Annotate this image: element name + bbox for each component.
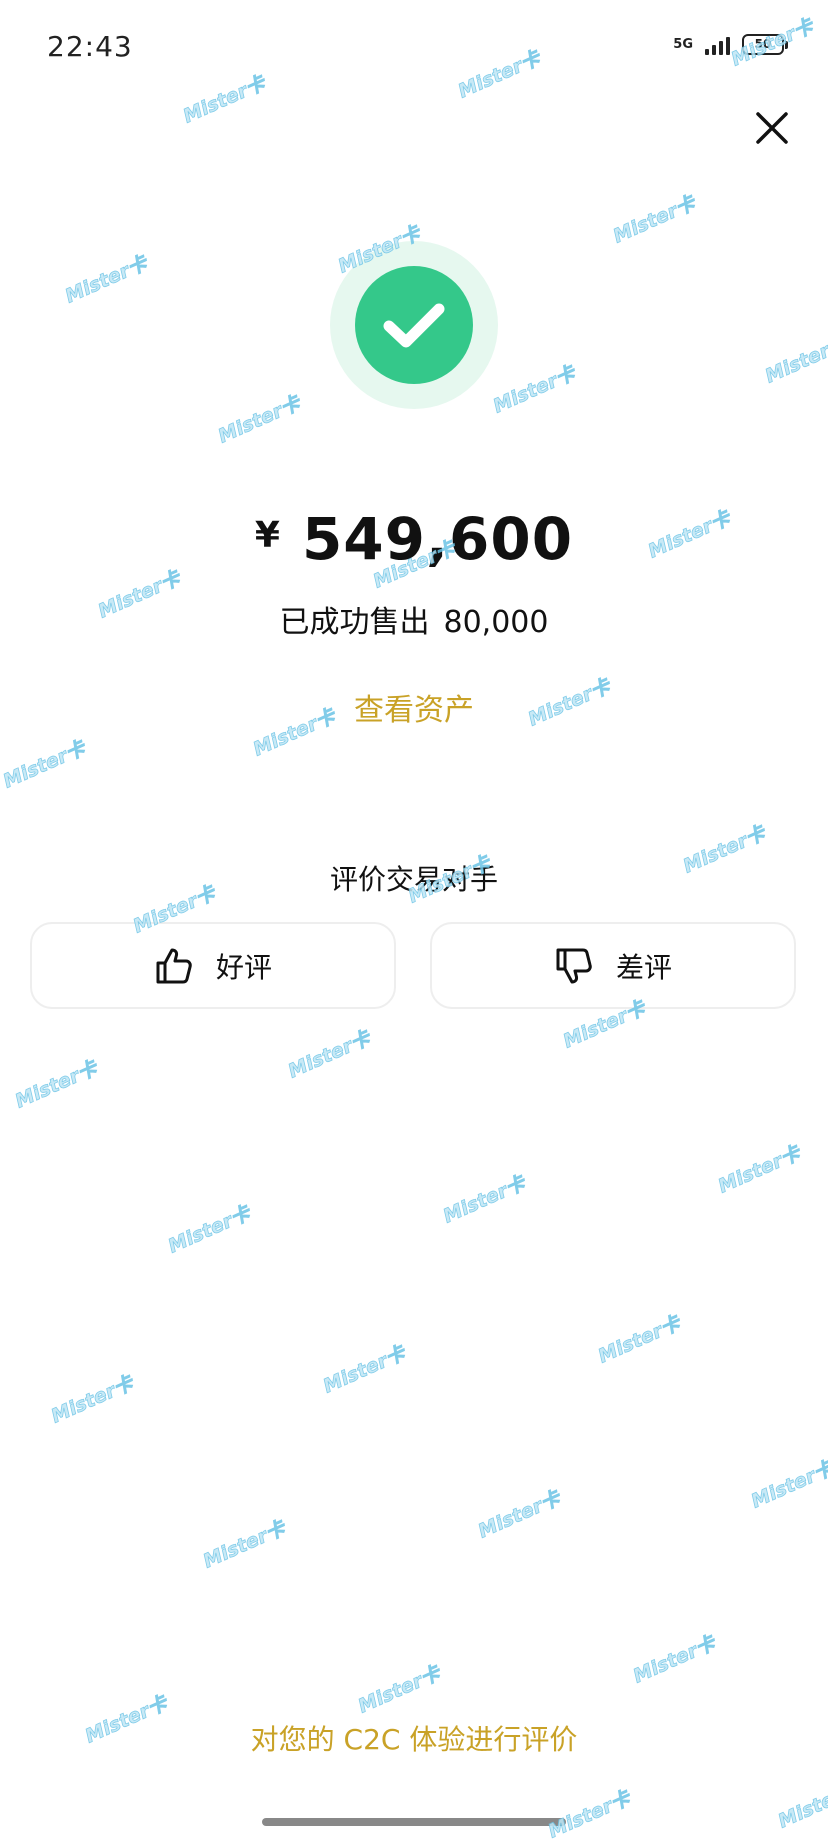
watermark: Mister卡 bbox=[11, 1057, 101, 1113]
watermark: Mister卡 bbox=[199, 1517, 289, 1573]
sold-summary: 已成功售出 80,000 bbox=[0, 597, 828, 641]
watermark: Mister卡 bbox=[179, 72, 269, 128]
sold-quantity: 80,000 bbox=[443, 605, 549, 640]
watermark: Mister卡 bbox=[714, 1142, 804, 1198]
close-icon bbox=[756, 112, 788, 144]
positive-review-button[interactable]: 好评 bbox=[30, 922, 396, 1009]
success-icon bbox=[355, 266, 473, 384]
watermark: Mister卡 bbox=[629, 1632, 719, 1688]
close-button[interactable] bbox=[752, 108, 792, 148]
thumbs-up-icon bbox=[154, 946, 194, 986]
positive-review-label: 好评 bbox=[215, 950, 272, 984]
home-indicator[interactable] bbox=[262, 1818, 566, 1826]
view-assets-link[interactable]: 查看资产 bbox=[314, 685, 514, 729]
total-amount: 549,600 bbox=[301, 505, 574, 573]
watermark: Mister卡 bbox=[164, 1202, 254, 1258]
watermark: Mister卡 bbox=[594, 1312, 684, 1368]
watermark: Mister卡 bbox=[439, 1172, 529, 1228]
thumbs-down-icon bbox=[554, 946, 594, 986]
watermark: Mister卡 bbox=[354, 1662, 444, 1718]
watermark: Mister卡 bbox=[284, 1027, 374, 1083]
sold-label: 已成功售出 bbox=[279, 605, 430, 640]
watermark: Mister卡 bbox=[761, 332, 828, 388]
watermark: Mister卡 bbox=[609, 192, 699, 248]
watermark: Mister卡 bbox=[474, 1487, 564, 1543]
watermark: Mister卡 bbox=[214, 392, 304, 448]
amount-row: ¥549,600 bbox=[0, 505, 828, 573]
battery-icon: 50 bbox=[742, 34, 788, 55]
checkmark-icon bbox=[383, 303, 445, 348]
watermark: Mister卡 bbox=[47, 1372, 137, 1428]
network-type: 5G bbox=[673, 37, 693, 52]
signal-icon bbox=[705, 35, 730, 55]
watermark: Mister卡 bbox=[774, 1777, 828, 1833]
watermark: Mister卡 bbox=[454, 47, 544, 103]
status-indicators: 5G 50 bbox=[673, 34, 788, 55]
negative-review-label: 差评 bbox=[615, 950, 672, 984]
rate-counterparty-title: 评价交易对手 bbox=[329, 863, 498, 896]
watermark: Mister卡 bbox=[747, 1457, 828, 1513]
watermark: Mister卡 bbox=[0, 737, 89, 793]
currency-symbol: ¥ bbox=[254, 514, 280, 556]
watermark: Mister卡 bbox=[524, 675, 614, 731]
negative-review-button[interactable]: 差评 bbox=[430, 922, 796, 1009]
rate-experience-link[interactable]: 对您的 C2C 体验进行评价 bbox=[0, 1718, 828, 1758]
watermark: Mister卡 bbox=[319, 1342, 409, 1398]
watermark: Mister卡 bbox=[61, 252, 151, 308]
watermark: Mister卡 bbox=[489, 362, 579, 418]
status-time: 22:43 bbox=[47, 30, 133, 63]
watermark: Mister卡 bbox=[544, 1787, 634, 1843]
